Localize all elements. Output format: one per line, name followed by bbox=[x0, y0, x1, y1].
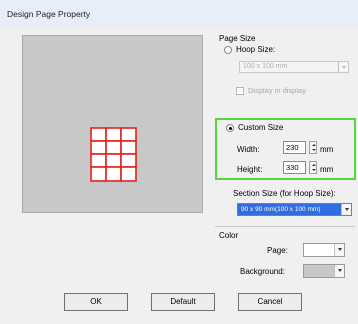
section-size-select[interactable]: 90 x 90 mm(100 x 100 mm) bbox=[237, 203, 352, 216]
section-size-value: 90 x 90 mm(100 x 100 mm) bbox=[241, 205, 321, 213]
grid-cell bbox=[90, 166, 107, 182]
grid-cell bbox=[105, 140, 122, 155]
width-unit: mm bbox=[320, 145, 334, 154]
width-value: 230 bbox=[286, 143, 299, 152]
page-color-select[interactable] bbox=[303, 243, 345, 257]
hoop-size-radio[interactable] bbox=[224, 46, 232, 54]
show-hoop-label: Display in display bbox=[248, 86, 306, 95]
height-label: Height: bbox=[237, 165, 263, 174]
design-page-property-dialog: Design Page Property Page Size Hoop Size… bbox=[0, 0, 358, 324]
custom-size-label: Custom Size bbox=[238, 123, 284, 132]
section-size-label: Section Size (for Hoop Size): bbox=[233, 189, 336, 198]
background-color-label: Background: bbox=[240, 267, 285, 276]
page-color-label: Page: bbox=[267, 246, 288, 255]
show-hoop-checkbox[interactable] bbox=[236, 87, 244, 95]
grid-cell bbox=[105, 166, 122, 182]
grid-cell bbox=[90, 153, 107, 168]
width-spinner[interactable] bbox=[309, 141, 317, 154]
grid-cell bbox=[90, 127, 107, 142]
default-button[interactable]: Default bbox=[151, 293, 215, 311]
width-label: Width: bbox=[237, 145, 260, 154]
page-size-label: Page Size bbox=[219, 34, 256, 43]
height-spinner[interactable] bbox=[309, 161, 317, 174]
height-input[interactable]: 330 bbox=[283, 161, 306, 174]
grid-cell bbox=[105, 153, 122, 168]
grid-cell bbox=[90, 140, 107, 155]
divider bbox=[215, 226, 355, 227]
height-unit: mm bbox=[320, 165, 334, 174]
cancel-button[interactable]: Cancel bbox=[238, 293, 302, 311]
dialog-title: Design Page Property bbox=[7, 9, 91, 19]
height-value: 330 bbox=[286, 163, 299, 172]
grid-cell bbox=[120, 153, 137, 168]
chevron-down-icon bbox=[334, 244, 344, 256]
grid-cell bbox=[120, 140, 137, 155]
custom-size-radio[interactable] bbox=[226, 124, 234, 132]
hoop-size-label: Hoop Size: bbox=[236, 45, 276, 54]
hoop-size-select[interactable]: 100 x 100 mm bbox=[239, 61, 349, 73]
width-input[interactable]: 230 bbox=[283, 141, 306, 154]
chevron-down-icon bbox=[334, 265, 344, 277]
background-color-select[interactable] bbox=[303, 264, 345, 278]
ok-button[interactable]: OK bbox=[64, 293, 128, 311]
grid-cell bbox=[120, 127, 137, 142]
page-preview bbox=[22, 35, 203, 213]
chevron-down-icon bbox=[341, 204, 351, 215]
grid-cell bbox=[105, 127, 122, 142]
chevron-down-icon bbox=[338, 62, 348, 72]
hoop-size-value: 100 x 100 mm bbox=[243, 63, 288, 70]
grid-cell bbox=[120, 166, 137, 182]
color-label: Color bbox=[219, 231, 239, 240]
section-grid bbox=[90, 127, 137, 182]
